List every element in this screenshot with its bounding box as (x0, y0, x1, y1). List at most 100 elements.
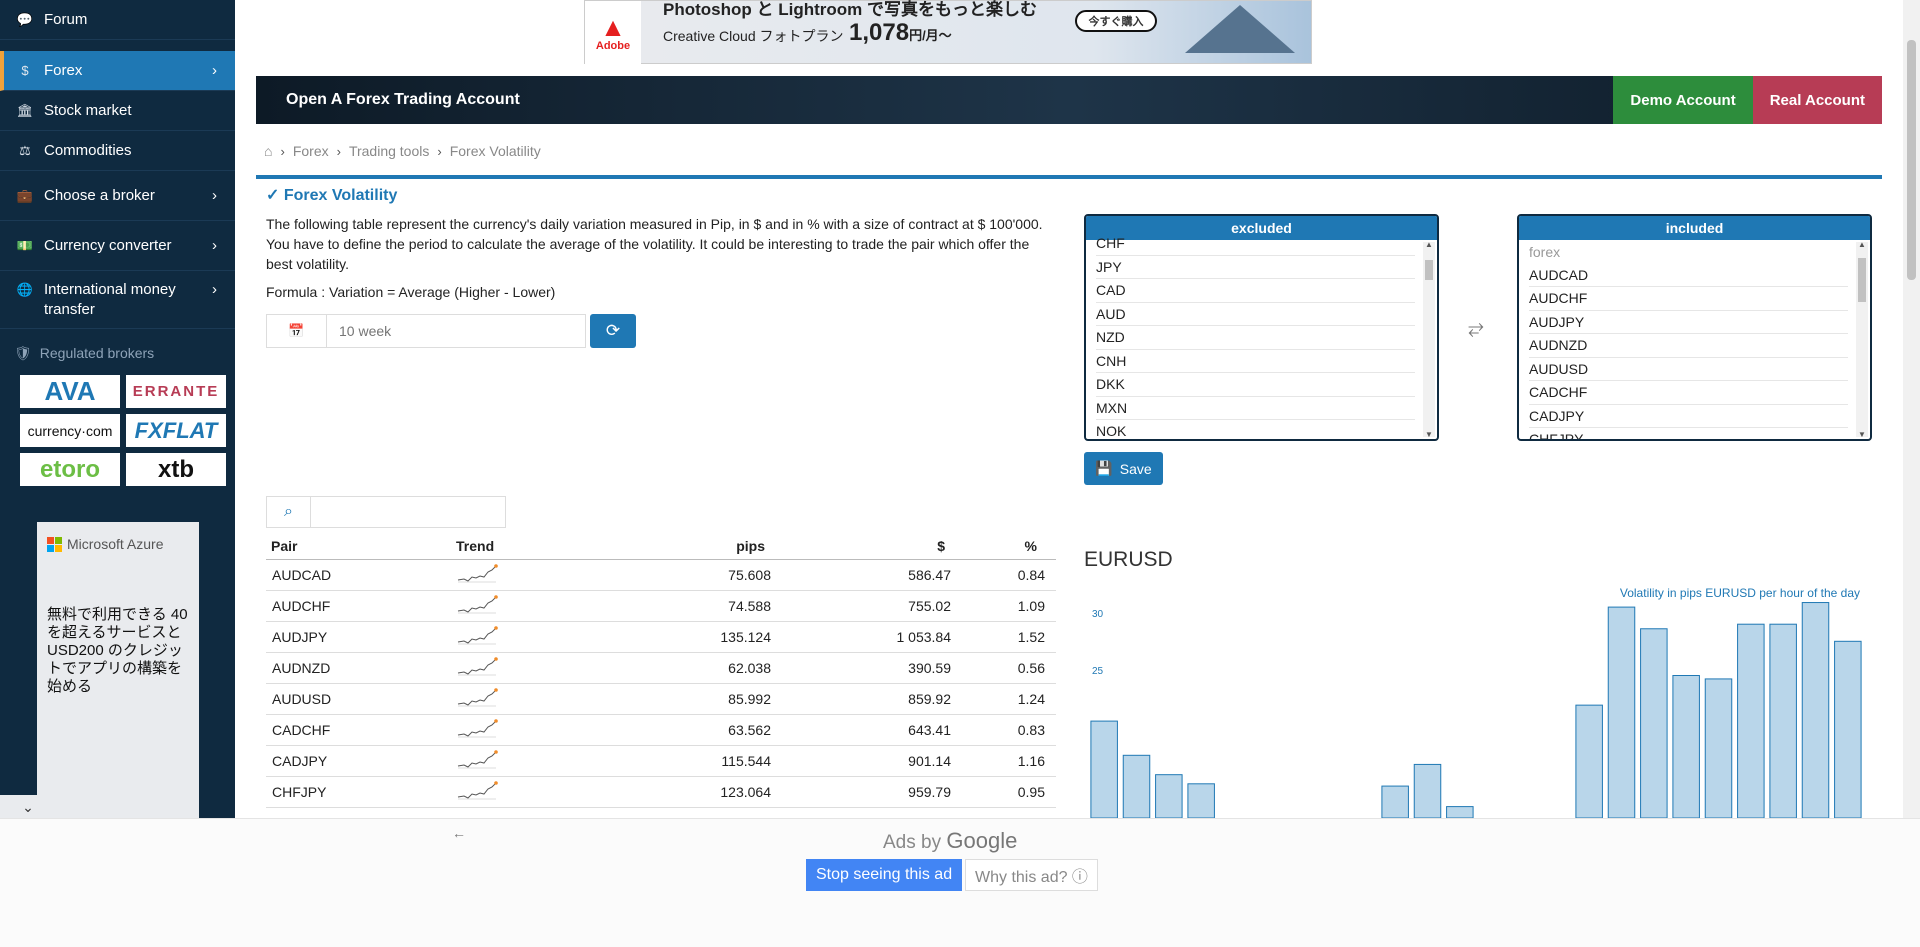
table-search-input[interactable] (311, 497, 505, 527)
sidebar-item-money-transfer[interactable]: 🌐 International money transfer › (0, 271, 235, 329)
list-item[interactable]: AUD (1096, 303, 1415, 326)
chart-bar[interactable] (1834, 640, 1862, 818)
chart-bar[interactable] (1090, 720, 1118, 818)
chart-bar[interactable] (1575, 704, 1603, 818)
included-list: forex AUDCAD AUDCHF AUDJPY AUDNZD AUDUSD CADC… (1519, 240, 1870, 439)
scrollbar-thumb[interactable] (1858, 258, 1866, 302)
chevron-down-icon[interactable]: ⌄ (0, 795, 56, 819)
column-header-usd[interactable]: $ (771, 538, 951, 554)
trend-sparkline (456, 718, 566, 742)
column-header-pips[interactable]: pips (566, 538, 771, 554)
sidebar-item-stock-market[interactable]: 🏛 Stock market (0, 91, 235, 131)
adobe-icon: ▲ (600, 12, 626, 42)
list-item[interactable]: AUDUSD (1529, 358, 1848, 381)
broker-logo-currency-com[interactable]: currency·com (20, 414, 120, 447)
scroll-up-icon[interactable]: ▲ (1425, 240, 1433, 249)
chart-bar[interactable] (1413, 763, 1442, 818)
scrollbar[interactable]: ▲ ▼ (1856, 240, 1868, 439)
broker-logo-ava[interactable]: AVA (20, 375, 120, 408)
demo-account-button[interactable]: Demo Account (1613, 76, 1753, 124)
sparkline-icon (457, 594, 498, 613)
save-button[interactable]: 💾 Save (1084, 452, 1163, 485)
calendar-icon[interactable]: 📅 (267, 315, 327, 347)
sidebar-item-choose-broker[interactable]: 💼 Choose a broker › (0, 171, 235, 221)
table-row[interactable]: CHFJPY 123.064 959.79 0.95 (266, 777, 1056, 808)
chevron-right-icon: › (280, 143, 285, 159)
table-row[interactable]: CADJPY 115.544 901.14 1.16 (266, 746, 1056, 777)
sidebar-ad[interactable]: Microsoft Azure 無料で利用できる 40 を超えるサービスと US… (37, 522, 199, 822)
list-item[interactable]: AUDJPY (1529, 311, 1848, 334)
list-item[interactable]: JPY (1096, 256, 1415, 279)
why-this-ad-button[interactable]: Why this ad? ⓘ (965, 859, 1098, 891)
pips-cell: 115.544 (721, 753, 771, 769)
page-scrollbar[interactable] (1903, 0, 1920, 818)
table-row[interactable]: AUDJPY 135.124 1 053.84 1.52 (266, 622, 1056, 653)
table-row[interactable]: AUDUSD 85.992 859.92 1.24 (266, 684, 1056, 715)
home-icon[interactable]: ⌂ (264, 143, 272, 159)
chart-bar[interactable] (1801, 602, 1830, 818)
list-item[interactable]: AUDCHF (1529, 287, 1848, 311)
sidebar-item-forum[interactable]: 💬 Forum (0, 0, 235, 40)
included-listbox[interactable]: included forex AUDCAD AUDCHF AUDJPY AUDNZD A… (1517, 214, 1872, 441)
back-arrow-icon[interactable]: ← (452, 825, 466, 841)
broker-logo-xtb[interactable]: xtb (126, 453, 226, 486)
chart-bar[interactable] (1607, 606, 1636, 818)
list-item[interactable]: AUDCAD (1529, 264, 1848, 287)
scrollbar-thumb[interactable] (1425, 260, 1433, 280)
breadcrumb: ⌂ › Forex › Trading tools › Forex Volati… (264, 143, 541, 159)
list-item[interactable]: CNH (1096, 350, 1415, 373)
pair-cell: AUDCAD (272, 567, 332, 583)
sidebar-item-forex[interactable]: $ Forex › (0, 51, 235, 91)
chart-title: Volatility in pips EURUSD per hour of th… (1620, 586, 1860, 600)
top-banner-ad[interactable]: ▲ Adobe Photoshop と Lightroom で写真をもっと楽しむ… (584, 0, 1312, 65)
scroll-down-icon[interactable]: ▼ (1425, 430, 1433, 439)
chart-bar[interactable] (1672, 675, 1700, 819)
scroll-down-icon[interactable]: ▼ (1858, 430, 1866, 439)
swap-arrows-icon[interactable]: ⥂ (1468, 317, 1484, 340)
column-header-percent[interactable]: % (951, 538, 1051, 554)
chart-bar[interactable] (1122, 754, 1151, 818)
table-row[interactable]: CADCHF 63.562 643.41 0.83 (266, 715, 1056, 746)
chart-bar[interactable] (1155, 774, 1183, 818)
sidebar-item-commodities[interactable]: ⚖ Commodities (0, 131, 235, 171)
broker-logo-etoro[interactable]: etoro (20, 453, 120, 486)
broker-logo-errante[interactable]: ERRANTE (126, 375, 226, 408)
sidebar-item-currency-converter[interactable]: 💵 Currency converter › (0, 221, 235, 271)
list-item[interactable]: NZD (1096, 326, 1415, 350)
chart-bar[interactable] (1769, 623, 1797, 818)
scroll-up-icon[interactable]: ▲ (1858, 240, 1866, 249)
scrollbar[interactable]: ▲ ▼ (1423, 240, 1435, 439)
breadcrumb-trading-tools[interactable]: Trading tools (349, 143, 429, 159)
column-header-pair[interactable]: Pair (266, 538, 456, 554)
chart-bar[interactable] (1640, 628, 1668, 818)
top-ad-cta-button[interactable]: 今すぐ購入 (1075, 10, 1157, 32)
column-header-trend[interactable]: Trend (456, 538, 566, 554)
list-item[interactable]: CADJPY (1529, 405, 1848, 428)
excluded-listbox[interactable]: excluded CHF JPY CAD AUD NZD CNH DKK MXN NOK ▲ ▼ (1084, 214, 1439, 441)
list-item[interactable]: AUDNZD (1529, 334, 1848, 358)
list-item[interactable]: CADCHF (1529, 381, 1848, 405)
chevron-right-icon: › (212, 281, 217, 298)
pips-cell: 75.608 (728, 567, 771, 583)
list-item[interactable]: CHFJPY (1529, 428, 1848, 439)
page-scrollbar-thumb[interactable] (1907, 40, 1916, 280)
real-account-button[interactable]: Real Account (1752, 76, 1882, 124)
breadcrumb-forex[interactable]: Forex (293, 143, 329, 159)
chart-bar[interactable] (1704, 678, 1733, 818)
period-input[interactable] (327, 315, 585, 347)
list-item[interactable]: NOK (1096, 420, 1415, 439)
table-row[interactable]: AUDCHF 74.588 755.02 1.09 (266, 591, 1056, 622)
list-item[interactable]: MXN (1096, 397, 1415, 420)
table-row[interactable]: AUDNZD 62.038 390.59 0.56 (266, 653, 1056, 684)
list-item[interactable]: DKK (1096, 373, 1415, 397)
card-top-border (256, 175, 1882, 179)
chart-bar[interactable] (1446, 806, 1474, 818)
refresh-button[interactable]: ⟳ (590, 314, 636, 348)
stop-seeing-ad-button[interactable]: Stop seeing this ad (806, 859, 963, 891)
list-item[interactable]: CAD (1096, 279, 1415, 303)
chart-bar[interactable] (1187, 783, 1215, 818)
chart-bar[interactable] (1381, 785, 1409, 818)
chart-bar[interactable] (1737, 623, 1765, 818)
broker-logo-fxflat[interactable]: FXFLAT (126, 414, 226, 447)
table-row[interactable]: AUDCAD 75.608 586.47 0.84 (266, 560, 1056, 591)
